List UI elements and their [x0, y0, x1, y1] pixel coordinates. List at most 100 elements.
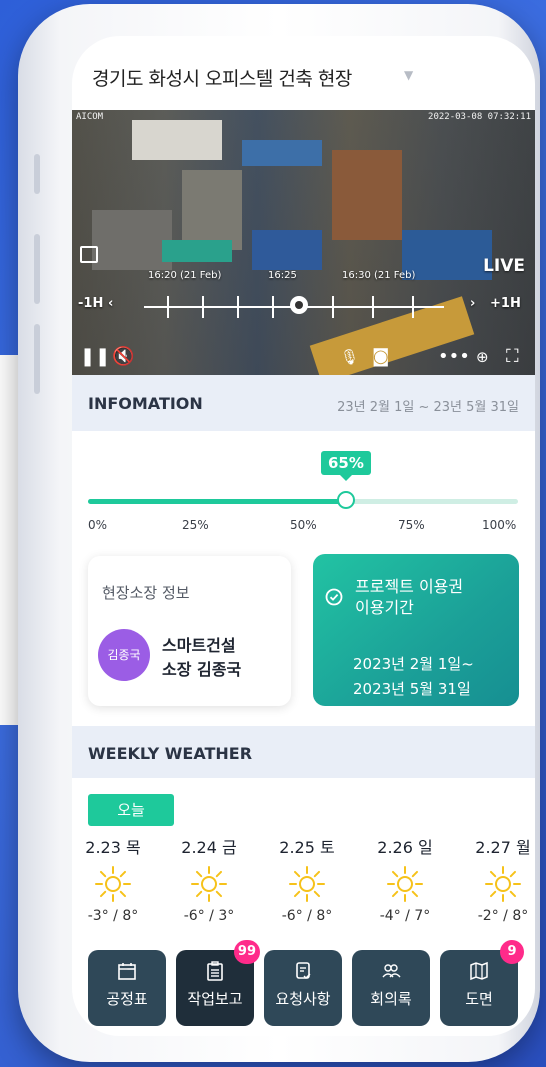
manager-card-title: 현장소장 정보 — [102, 584, 190, 602]
meeting-notes-button[interactable]: 회의록 — [352, 950, 430, 1026]
video-scene — [132, 120, 222, 160]
site-manager-card[interactable]: 현장소장 정보 김종국 스마트건설 소장 김종국 — [88, 556, 291, 706]
weather-temp: -2° / 8° — [477, 908, 529, 924]
weather-temp: -6° / 3° — [183, 908, 235, 924]
weather-day: 2.27 월 -2° / 8° — [458, 834, 535, 924]
manager-name: 소장 김종국 — [162, 660, 242, 679]
cctv-video[interactable]: AICOM 2022-03-08 07:32:11 LIVE 16:20 (21… — [72, 110, 535, 375]
people-icon — [380, 960, 402, 982]
chevron-down-icon[interactable]: ▼ — [404, 68, 413, 82]
schedule-button[interactable]: 공정표 — [88, 950, 166, 1026]
drawings-button[interactable]: 도면 9 — [440, 940, 524, 1026]
weather-day: 2.26 일 -4° / 7° — [360, 834, 450, 924]
more-icon[interactable]: ••• — [438, 348, 470, 366]
weather-temp: -3° / 8° — [87, 908, 139, 924]
weather-temp: -4° / 7° — [379, 908, 431, 924]
timeline-tick — [332, 296, 334, 318]
notification-badge: 99 — [233, 940, 260, 964]
mic-off-icon[interactable]: 🎙 — [340, 348, 359, 366]
notification-badge: 9 — [500, 940, 524, 964]
sun-icon — [287, 864, 327, 904]
video-scene — [402, 230, 492, 280]
timeline-tick — [272, 296, 274, 318]
app-screen: 경기도 화성시 오피스텔 건축 현장 ▼ AICOM 2022-03-08 07… — [72, 36, 535, 1036]
nav-label: 작업보고 — [187, 990, 243, 1008]
calendar-icon[interactable] — [80, 246, 98, 263]
camera-label: AICOM — [76, 112, 104, 122]
pass-dates: 2023년 2월 1일~ 2023년 5월 31일 — [353, 652, 474, 702]
timeline-tick — [372, 296, 374, 318]
weather-day: 2.25 토 -6° / 8° — [262, 834, 352, 924]
progress-thumb — [337, 491, 355, 509]
progress-tick-label: 50% — [290, 518, 317, 532]
site-title: 경기도 화성시 오피스텔 건축 현장 — [92, 68, 352, 90]
timeline-tick — [167, 296, 169, 318]
weather-day: 2.24 금 -6° / 3° — [164, 834, 254, 924]
avatar: 김종국 — [98, 629, 150, 681]
timeline-handle[interactable] — [290, 296, 308, 314]
sun-icon — [483, 864, 523, 904]
progress-tick-label: 75% — [398, 518, 425, 532]
requests-button[interactable]: 요청사항 — [264, 950, 342, 1026]
pass-title-line: 이용기간 — [355, 598, 414, 617]
timeline-tick — [202, 296, 204, 318]
live-label: LIVE — [483, 256, 525, 276]
site-selector[interactable]: 경기도 화성시 오피스텔 건축 현장 ▼ — [72, 36, 535, 110]
weather-date: 2.24 금 — [181, 838, 237, 857]
nav-label: 공정표 — [106, 990, 148, 1008]
zoom-icon[interactable]: ⊕ — [476, 348, 489, 366]
progress-tick-label: 25% — [182, 518, 209, 532]
video-scene — [162, 240, 232, 262]
map-icon — [468, 960, 490, 982]
information-date-range: 23년 2월 1일 ~ 23년 5월 31일 — [337, 400, 519, 415]
progress-track — [88, 491, 518, 509]
phone-volume-up — [34, 234, 40, 304]
timeline-label: 16:25 — [268, 270, 297, 281]
timeline-label: 16:20 (21 Feb) — [148, 270, 222, 281]
progress-tick-label: 100% — [482, 518, 517, 532]
mute-icon[interactable]: 🔇 — [112, 348, 134, 366]
progress-fill — [88, 499, 346, 504]
fullscreen-icon[interactable]: ⛶ — [506, 348, 519, 366]
progress-tick-label: 0% — [88, 518, 108, 532]
chevron-left-icon[interactable]: ‹ — [108, 296, 113, 311]
phone-side-button — [34, 154, 40, 194]
timeline-next-label[interactable]: +1H — [490, 296, 521, 311]
information-header: INFOMATION 23년 2월 1일 ~ 23년 5월 31일 — [72, 375, 535, 431]
weather-date: 2.25 토 — [279, 838, 335, 857]
video-scene — [92, 210, 172, 270]
work-report-button[interactable]: 작업보고 99 — [176, 940, 260, 1026]
weather-date: 2.27 월 — [475, 838, 531, 857]
sun-icon — [189, 864, 229, 904]
pass-start-date: 2023년 2월 1일~ — [353, 655, 474, 673]
nav-label: 회의록 — [370, 990, 412, 1008]
weather-date: 2.26 일 — [377, 838, 433, 857]
video-scene — [252, 230, 322, 270]
weather-date: 2.23 목 — [85, 838, 141, 857]
timeline-tick — [237, 296, 239, 318]
weather-temp: -6° / 8° — [281, 908, 333, 924]
pass-title-line: 프로젝트 이용권 — [355, 577, 464, 596]
pause-icon[interactable]: ❚❚ — [80, 348, 110, 366]
video-scene — [332, 150, 402, 240]
sun-icon — [93, 864, 133, 904]
sun-icon — [385, 864, 425, 904]
nav-label: 도면 — [465, 990, 493, 1008]
timeline-label: 16:30 (21 Feb) — [342, 270, 416, 281]
pass-title: 프로젝트 이용권 이용기간 — [355, 576, 463, 618]
clipboard-icon — [204, 960, 226, 982]
manager-company: 스마트건설 — [162, 636, 236, 655]
phone-frame: 경기도 화성시 오피스텔 건축 현장 ▼ AICOM 2022-03-08 07… — [18, 4, 540, 1062]
weather-header: WEEKLY WEATHER — [72, 726, 535, 778]
video-timestamp: 2022-03-08 07:32:11 — [428, 112, 531, 122]
chevron-right-icon[interactable]: › — [470, 296, 475, 311]
information-title: INFOMATION — [88, 394, 203, 413]
project-pass-card[interactable]: 프로젝트 이용권 이용기간 2023년 2월 1일~ 2023년 5월 31일 — [313, 554, 519, 706]
screenshot-icon[interactable]: ◙ — [372, 348, 389, 366]
weather-day: 2.23 목 -3° / 8° — [72, 834, 158, 924]
request-icon — [292, 960, 314, 982]
timeline-prev-label[interactable]: -1H — [78, 296, 103, 311]
check-circle-icon — [325, 588, 343, 606]
timeline-tick — [412, 296, 414, 318]
video-scene — [182, 170, 242, 250]
